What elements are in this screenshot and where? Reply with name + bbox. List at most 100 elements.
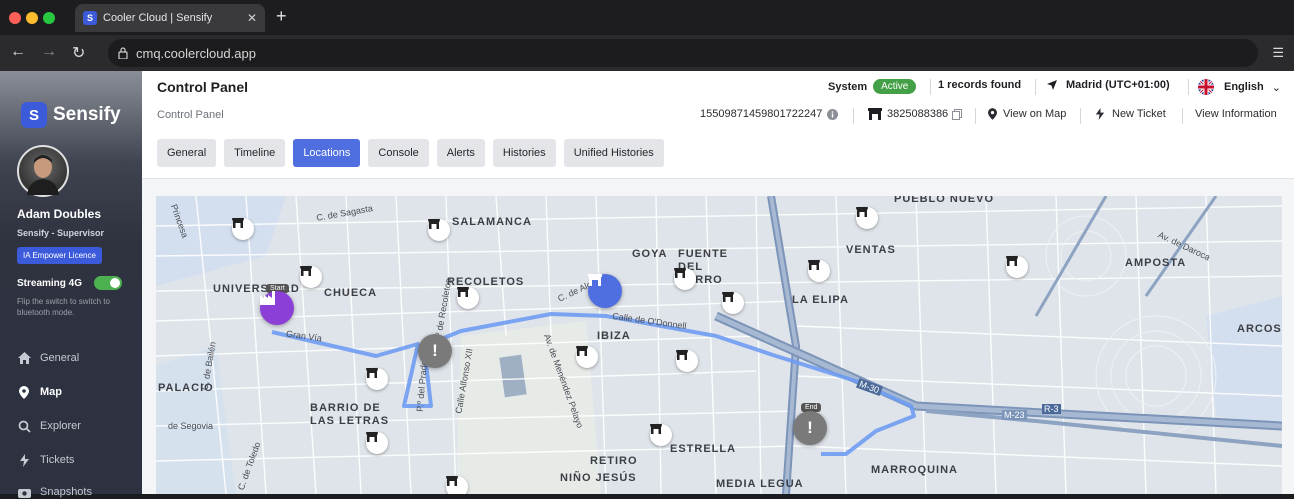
tab-histories[interactable]: Histories <box>492 139 556 167</box>
district-label: ARCOS <box>1237 323 1282 335</box>
camera-icon <box>17 485 31 499</box>
avatar[interactable] <box>17 145 69 197</box>
new-ticket-button[interactable]: New Ticket <box>1094 108 1166 120</box>
brand-logo[interactable]: S Sensify <box>21 102 121 128</box>
cooler-icon <box>366 432 378 442</box>
ticket-icon <box>17 453 31 467</box>
cooler-location-pin[interactable] <box>676 350 698 372</box>
cooler-location-pin[interactable] <box>576 346 598 368</box>
cooler-icon <box>446 476 458 486</box>
cooler-icon <box>428 219 440 229</box>
tab-alerts[interactable]: Alerts <box>436 139 485 167</box>
search-icon <box>17 419 31 433</box>
cooler-location-pin[interactable] <box>366 368 388 390</box>
maximize-window-icon[interactable] <box>43 12 55 24</box>
sidebar-item-explorer[interactable]: Explorer <box>17 419 81 433</box>
cooler-icon <box>808 260 820 270</box>
divider <box>1188 79 1189 95</box>
cooler-location-pin[interactable] <box>300 266 322 288</box>
browser-tab[interactable]: S Cooler Cloud | Sensify ✕ <box>75 4 265 32</box>
street-label: de Segovia <box>168 421 214 431</box>
cooler-location-pin[interactable] <box>366 432 388 454</box>
tab-locations[interactable]: Locations <box>293 139 361 167</box>
forward-icon[interactable]: → <box>41 43 57 61</box>
reload-icon[interactable]: ↻ <box>72 43 85 63</box>
extensions-menu-icon[interactable]: ☰ <box>1272 45 1284 61</box>
cooler-location-pin[interactable] <box>674 268 696 290</box>
navigation-arrow-icon <box>1047 80 1057 90</box>
toggle-knob <box>110 278 120 288</box>
cooler-location-pin[interactable] <box>808 260 830 282</box>
page-header: Control Panel Control Panel System Activ… <box>142 71 1294 179</box>
tab-general[interactable]: General <box>157 139 217 167</box>
cooler-location-pin[interactable] <box>650 424 672 446</box>
highway-shield: R-3 <box>1042 404 1061 414</box>
district-label: LA ELIPA <box>792 294 849 306</box>
cooler-location-pin[interactable] <box>446 476 468 494</box>
district-label: MEDIA LEGUA <box>716 478 804 490</box>
new-ticket-label: New Ticket <box>1112 108 1166 120</box>
district-label: NIÑO JESÚS <box>560 472 637 484</box>
view-on-map-button[interactable]: View on Map <box>988 108 1066 120</box>
tab-console[interactable]: Console <box>368 139 429 167</box>
asset-id: 3825088386 <box>868 108 963 120</box>
divider <box>1182 108 1183 124</box>
streaming-hint: Flip the switch to switch to bluetooth m… <box>17 297 110 317</box>
sidebar-item-label: Explorer <box>40 420 81 432</box>
sidebar-item-general[interactable]: General <box>17 351 79 365</box>
minimize-window-icon[interactable] <box>26 12 38 24</box>
status-badge: Active <box>873 79 917 94</box>
cooler-icon <box>366 368 378 378</box>
licence-badge: IA Empower Licence <box>17 247 102 264</box>
district-label: CHUECA <box>324 287 378 299</box>
cooler-icon <box>722 292 734 302</box>
alert-location-pin[interactable]: ! <box>418 334 452 368</box>
location-timezone[interactable]: Madrid (UTC+01:00) <box>1046 79 1170 91</box>
user-photo-icon <box>27 155 59 195</box>
sensify-logo-icon: S <box>21 102 47 128</box>
cooler-location-pin[interactable] <box>856 207 878 229</box>
district-label: ESTRELLA <box>670 443 737 455</box>
tab-close-icon[interactable]: ✕ <box>247 11 257 25</box>
factory-icon <box>260 291 275 305</box>
view-on-map-label: View on Map <box>1003 108 1067 120</box>
sidebar-item-snapshots[interactable]: Snapshots <box>17 485 92 499</box>
view-information-label: View Information <box>1195 108 1277 120</box>
copy-icon[interactable] <box>952 108 963 120</box>
cooler-location-pin[interactable] <box>722 292 744 314</box>
sidebar-item-tickets[interactable]: Tickets <box>17 453 74 467</box>
sidebar: S Sensify Adam Doubles Sensify - Supervi… <box>0 71 142 498</box>
language-select[interactable]: English ⌄ <box>1198 79 1281 95</box>
view-information-button[interactable]: View Information <box>1195 108 1277 120</box>
cooler-icon <box>674 268 686 278</box>
cooler-location-pin[interactable] <box>428 219 450 241</box>
tab-timeline[interactable]: Timeline <box>224 139 286 167</box>
records-count: 1 records found <box>938 79 1022 91</box>
map-pin-icon <box>17 385 31 399</box>
district-label: IBIZA <box>597 330 631 342</box>
browser-toolbar: ← → ↻ cmq.coolercloud.app ☰ <box>0 35 1294 71</box>
cooler-icon <box>856 207 868 217</box>
district-label: SALAMANCA <box>452 216 532 228</box>
streaming-label: Streaming 4G <box>17 278 83 289</box>
sidebar-item-label: General <box>40 352 80 364</box>
close-window-icon[interactable] <box>9 12 21 24</box>
sidebar-item-map[interactable]: Map <box>17 385 62 399</box>
map-view[interactable]: UNIVERSIDAD CHUECA SALAMANCA RECOLETOS G… <box>156 196 1282 494</box>
uk-flag-icon <box>1198 79 1214 95</box>
back-icon[interactable]: ← <box>10 43 26 61</box>
sidebar-item-label: Map <box>40 386 62 398</box>
tab-unified-histories[interactable]: Unified Histories <box>563 139 664 167</box>
start-location-pin[interactable] <box>260 291 294 325</box>
info-icon[interactable] <box>827 108 839 120</box>
cooler-location-pin[interactable] <box>1006 256 1028 278</box>
current-location-pin[interactable] <box>588 274 622 308</box>
streaming-toggle[interactable] <box>94 276 122 290</box>
address-bar[interactable]: cmq.coolercloud.app <box>108 39 1258 67</box>
new-tab-icon[interactable]: + <box>276 6 287 27</box>
breadcrumb[interactable]: Control Panel <box>157 109 224 121</box>
cooler-location-pin[interactable] <box>457 287 479 309</box>
end-location-pin[interactable]: ! <box>793 411 827 445</box>
cooler-location-pin[interactable] <box>232 218 254 240</box>
highway-shield: M-23 <box>1002 410 1027 420</box>
